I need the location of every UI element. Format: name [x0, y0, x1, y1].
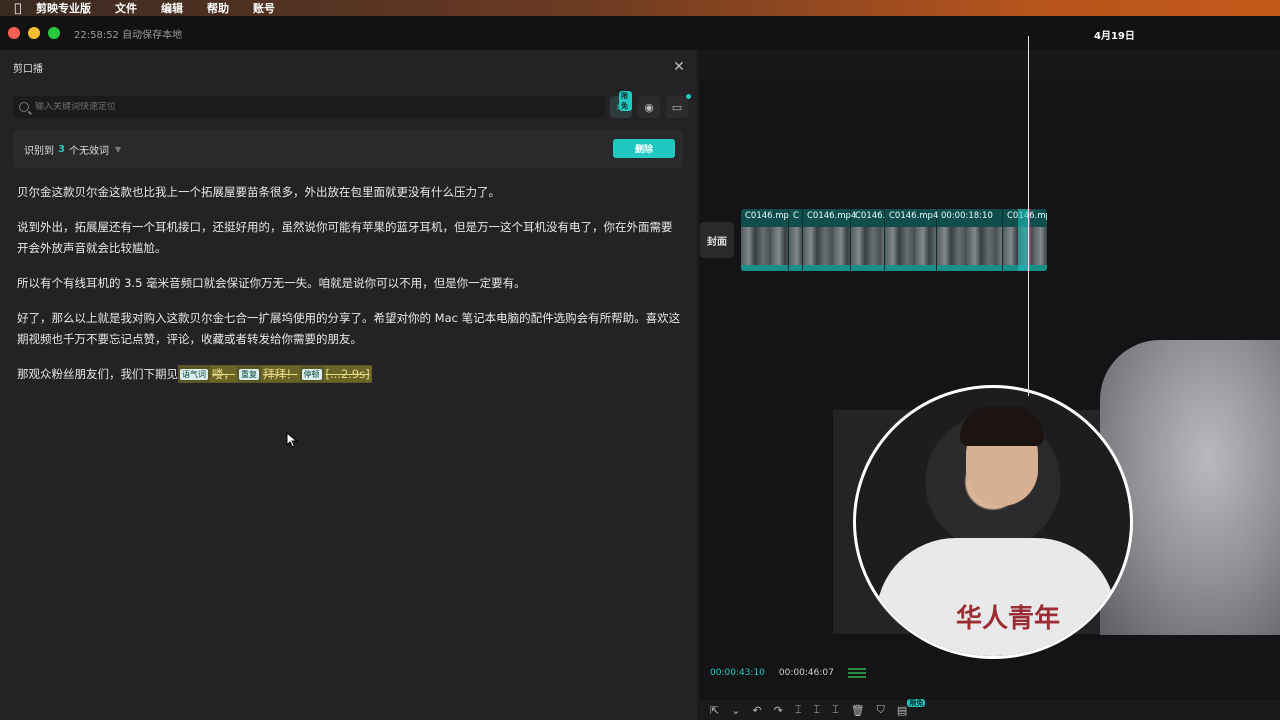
- timeline-clip[interactable]: C0146.mp4: [803, 209, 856, 271]
- transcript-paragraph-last[interactable]: 那观众粉丝朋友们，我们下期见 语气词 喽， 重复 拜拜！ 停顿 [...2.9s]: [17, 364, 682, 385]
- clip-timecode: 00:00:18:10: [941, 211, 993, 221]
- marker-icon[interactable]: ⛉: [877, 703, 885, 717]
- video-track[interactable]: C0146.mp C C0146.mp4 C0146. C0146.mp4 00…: [741, 209, 1047, 271]
- clip-name: C0146.mp: [745, 211, 789, 221]
- clip-name: C0146.mp4: [807, 211, 857, 221]
- transcript-paragraph[interactable]: 所以有个有线耳机的 3.5 毫米音频口就会保证你万无一失。咱就是说你可以不用，但…: [17, 273, 682, 294]
- transcript-paragraph[interactable]: 说到外出，拓展屋还有一个耳机接口，还挺好用的，虽然说你可能有苹果的蓝牙耳机，但是…: [17, 217, 682, 259]
- transcript-text[interactable]: 贝尔金这款贝尔金这款也比我上一个拓展屋要苗条很多，外出放在包里面就更没有什么压力…: [17, 182, 682, 399]
- delete-clip-icon[interactable]: 🗑: [851, 704, 865, 717]
- cut-speech-panel: 剪口播 ✕ 限免 ✂ ◉ ▭ 识别到 3 个无效词 ▼ 删除 贝尔金这款贝尔金这…: [0, 50, 697, 720]
- cover-button[interactable]: 封面: [700, 222, 734, 258]
- clip-thumbnails: [937, 227, 1002, 265]
- autosave-status: 22:58:52 自动保存本地: [74, 29, 183, 41]
- apple-logo-icon[interactable]: : [0, 1, 36, 15]
- player-top-strip: [700, 50, 1280, 80]
- timeline-clip[interactable]: C0146.: [851, 209, 885, 271]
- shirt-print-text: 华人青年: [956, 604, 1061, 634]
- filler-word[interactable]: 喽，: [210, 366, 237, 382]
- menu-app-name[interactable]: 剪映专业版: [36, 0, 91, 16]
- minimize-window-button[interactable]: [28, 27, 40, 39]
- menu-bar:  剪映专业版 文件 编辑 帮助 账号: [0, 0, 1280, 16]
- clip-audio-bar: [851, 265, 884, 271]
- delete-button[interactable]: 删除: [613, 139, 675, 158]
- undo-icon[interactable]: ↶: [752, 704, 761, 717]
- detect-summary-bar: 识别到 3 个无效词 ▼ 删除: [13, 130, 683, 168]
- redo-icon[interactable]: ↷: [774, 704, 783, 717]
- auto-caption-icon[interactable]: ▤限免: [897, 698, 926, 717]
- window-controls: [8, 27, 60, 39]
- timeline-clip[interactable]: C: [789, 209, 803, 271]
- clip-audio-bar: [741, 265, 788, 271]
- clip-thumbnails: [741, 227, 788, 265]
- timeline-clip[interactable]: C0146.mp: [741, 209, 789, 271]
- menu-edit[interactable]: 编辑: [161, 0, 183, 16]
- timeline-clip[interactable]: 00:00:18:10: [937, 209, 1003, 271]
- panel-tools: 限免 ✂ ◉ ▭: [610, 91, 691, 119]
- pause-word[interactable]: [...2.9s]: [323, 366, 372, 382]
- detect-count: 3: [58, 143, 65, 155]
- timeline-toolbar: ⇱ ⌄ ↶ ↷ ⌶ ⌶ ⌶ 🗑 ⛉ ▤限免: [700, 698, 1280, 720]
- trim-left-icon[interactable]: ⌶: [813, 703, 820, 717]
- clip-audio-bar: [789, 265, 802, 271]
- trim-right-icon[interactable]: ⌶: [832, 703, 839, 717]
- repeat-word[interactable]: 拜拜！: [261, 366, 300, 382]
- playhead-line[interactable]: [1028, 36, 1029, 396]
- transcript-paragraph[interactable]: 贝尔金这款贝尔金这款也比我上一个拓展屋要苗条很多，外出放在包里面就更没有什么压力…: [17, 182, 682, 203]
- current-time: 00:00:43:10: [710, 668, 765, 678]
- clip-name: C: [793, 211, 799, 221]
- repeat-tag: 重复: [239, 369, 259, 380]
- close-window-button[interactable]: [8, 27, 20, 39]
- clip-audio-bar: [937, 265, 1002, 271]
- search-icon: [19, 102, 29, 112]
- chevron-down-icon[interactable]: ⌄: [731, 704, 740, 717]
- volume-meter-icon: [847, 668, 866, 678]
- clip-thumbnails: [885, 227, 936, 265]
- zoom-window-button[interactable]: [48, 27, 60, 39]
- free-badge: 限免: [619, 91, 632, 111]
- panel-title: 剪口播: [13, 63, 43, 75]
- split-icon[interactable]: ⌶: [795, 703, 802, 717]
- chevron-down-icon[interactable]: ▼: [115, 145, 121, 154]
- menu-account[interactable]: 账号: [253, 0, 275, 16]
- filler-tag: 语气词: [180, 369, 208, 380]
- invalid-words[interactable]: 语气词 喽， 重复 拜拜！ 停顿 [...2.9s]: [178, 365, 372, 383]
- timeline-clip[interactable]: C0146.mp4: [885, 209, 939, 271]
- menu-help[interactable]: 帮助: [207, 0, 229, 16]
- total-time: 00:00:46:07: [778, 668, 834, 678]
- select-pointer-icon[interactable]: ⇱: [710, 704, 719, 717]
- last-line-text[interactable]: 那观众粉丝朋友们，我们下期见: [17, 367, 178, 381]
- panel-header: 剪口播 ✕: [0, 50, 697, 84]
- keyword-search[interactable]: [13, 96, 605, 118]
- clip-name: C0146.mp4: [889, 211, 939, 221]
- filler-detect-button[interactable]: 限免 ✂: [610, 91, 632, 118]
- clip-audio-bar: [885, 265, 936, 271]
- search-input[interactable]: [35, 102, 575, 112]
- preview-hair: [960, 406, 1044, 446]
- transcript-paragraph[interactable]: 好了，那么以上就是我对购入这款贝尔金七合一扩展坞使用的分享了。希望对你的 Mac…: [17, 308, 682, 350]
- preview-button[interactable]: ◉: [638, 96, 660, 118]
- player-time-row: 00:00:43:10 00:00:46:07: [710, 668, 866, 678]
- caption-icon: ▭: [671, 100, 683, 114]
- window-titlebar: 22:58:52 自动保存本地 4月19日: [0, 16, 1280, 50]
- detect-prefix: 识别到: [24, 145, 54, 157]
- new-dot-icon: [686, 94, 691, 99]
- clip-audio-bar: [803, 265, 850, 271]
- clip-thumbnails: [803, 227, 850, 265]
- pause-tag: 停顿: [301, 369, 322, 380]
- clip-thumbnails: [789, 227, 802, 265]
- project-title-date: 4月19日: [1094, 31, 1135, 42]
- detect-suffix: 个无效词: [68, 145, 109, 157]
- close-icon[interactable]: ✕: [671, 59, 687, 75]
- subtitle-button[interactable]: ▭: [666, 94, 691, 118]
- clip-name: C0146.: [855, 211, 886, 221]
- eye-icon: ◉: [644, 100, 654, 114]
- free-badge: 限免: [907, 698, 926, 707]
- picture-in-picture-circle[interactable]: 华人青年: [853, 385, 1133, 659]
- clip-thumbnails: [851, 227, 884, 265]
- menu-file[interactable]: 文件: [115, 0, 137, 16]
